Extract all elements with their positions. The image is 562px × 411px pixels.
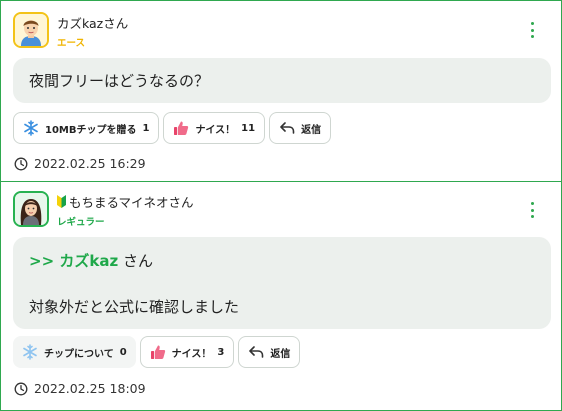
beginner-mark-icon: [57, 195, 66, 208]
clock-icon: [14, 382, 28, 395]
timestamp-text: 2022.02.25 16:29: [34, 156, 146, 171]
kebab-menu-icon[interactable]: [527, 22, 537, 38]
nice-count: 3: [217, 346, 225, 358]
comment-post: もちまるマイネオさん レギュラー >> カズkaz さん 対象外だと公式に確認し…: [1, 182, 561, 410]
user-rank-badge: エース: [57, 38, 86, 49]
reply-to-link[interactable]: >> カズkaz: [29, 252, 118, 270]
message-bubble: 夜間フリーはどうなるの？: [13, 58, 551, 103]
nice-label: ナイス！: [195, 124, 236, 136]
timestamp-text: 2022.02.25 18:09: [34, 381, 146, 396]
snowflake-icon: [24, 120, 38, 136]
reply-arrow-icon: [249, 346, 264, 358]
message-bubble: >> カズkaz さん 対象外だと公式に確認しました: [13, 237, 551, 329]
reply-reference: >> カズkaz さん: [29, 251, 535, 271]
send-chip-button[interactable]: 10MBチップを贈る 1: [13, 112, 160, 144]
user-rank-badge: レギュラー: [57, 217, 105, 228]
reply-label: 返信: [301, 124, 322, 136]
snowflake-icon: [23, 344, 37, 360]
nice-button[interactable]: ナイス！ 3: [139, 336, 235, 368]
kebab-menu-icon[interactable]: [527, 202, 537, 218]
thumbs-up-icon: [174, 121, 189, 135]
post-timestamp: 2022.02.25 18:09: [14, 381, 146, 396]
chip-count: 0: [119, 346, 127, 358]
chip-info-button[interactable]: チップについて 0: [13, 336, 136, 368]
nice-label: ナイス！: [171, 348, 212, 360]
reply-label: 返信: [270, 348, 291, 360]
thumbs-up-icon: [150, 345, 165, 359]
clock-icon: [14, 157, 28, 170]
nice-count: 11: [241, 122, 256, 134]
action-bar: チップについて 0 ナイス！ 3 返信: [13, 336, 301, 368]
comment-post: カズkazさん エース 夜間フリーはどうなるの？ 10MBチップを贈る 1 ナイ…: [1, 1, 561, 181]
avatar-woman-icon: [15, 193, 47, 225]
chip-count: 1: [142, 122, 150, 134]
avatar-man-icon: [15, 14, 47, 46]
action-bar: 10MBチップを贈る 1 ナイス！ 11 返信: [13, 112, 332, 144]
avatar[interactable]: [13, 191, 49, 227]
avatar[interactable]: [13, 12, 49, 48]
user-name[interactable]: カズkazさん: [57, 13, 128, 32]
chip-info-label: チップについて: [44, 348, 114, 360]
send-chip-label: 10MBチップを贈る: [45, 124, 137, 136]
post-timestamp: 2022.02.25 16:29: [14, 156, 146, 171]
user-name[interactable]: もちまるマイネオさん: [57, 192, 194, 211]
reply-button[interactable]: 返信: [269, 112, 332, 144]
reply-button[interactable]: 返信: [238, 336, 301, 368]
reply-arrow-icon: [280, 122, 295, 134]
message-text: 夜間フリーはどうなるの？: [29, 72, 210, 90]
nice-button[interactable]: ナイス！ 11: [163, 112, 266, 144]
message-text: 対象外だと公式に確認しました: [29, 298, 240, 316]
reply-suffix: さん: [118, 252, 153, 270]
user-name-text: もちまるマイネオさん: [69, 195, 194, 210]
